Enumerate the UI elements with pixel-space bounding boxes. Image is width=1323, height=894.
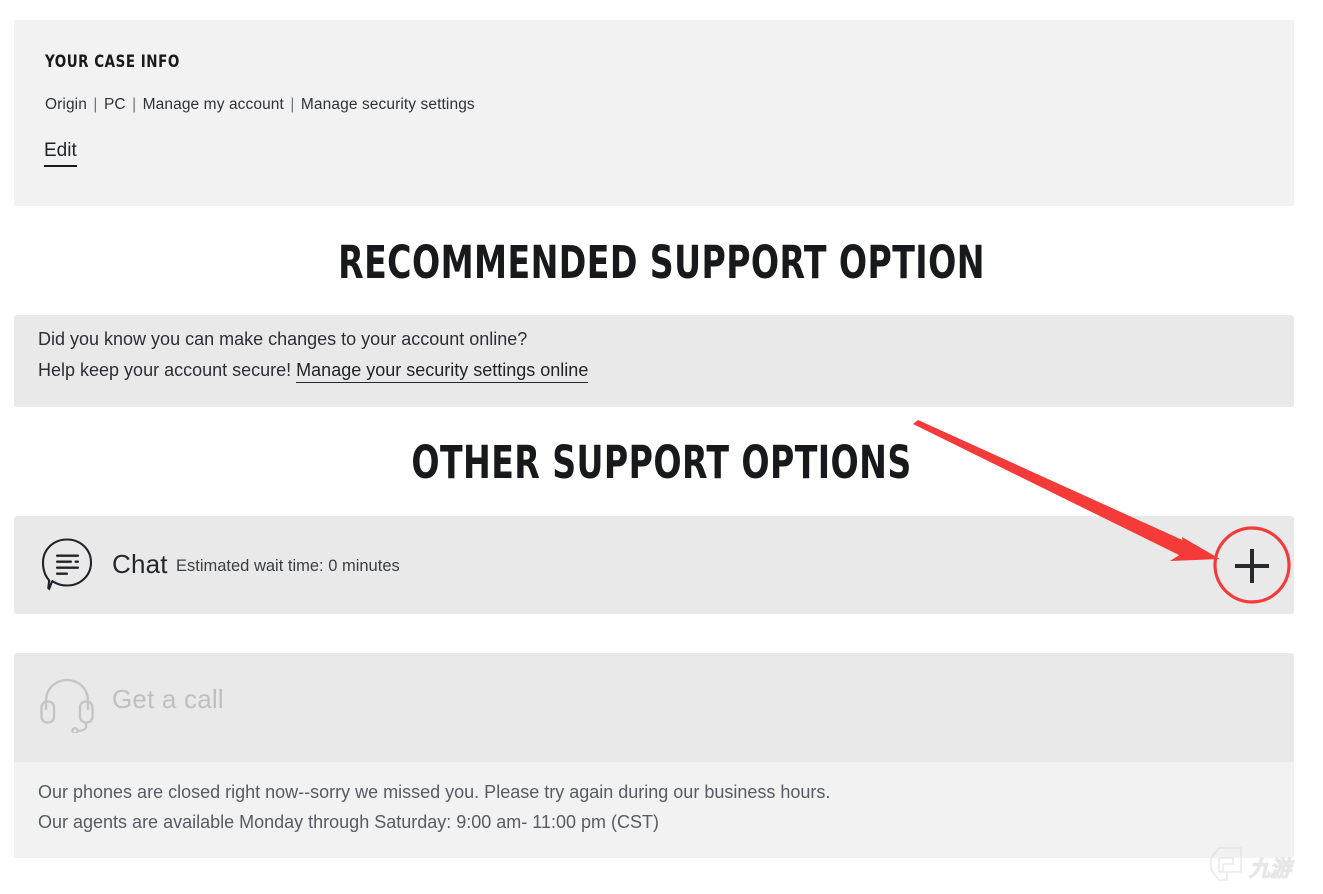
recommended-text-prefix: Help keep your account secure! <box>38 360 292 380</box>
expand-chat-plus-button[interactable] <box>1217 530 1287 600</box>
get-a-call-label: Get a call <box>112 684 224 714</box>
case-info-title: YOUR CASE INFO <box>45 52 180 72</box>
phone-hours-line2: Our agents are available Monday through … <box>38 812 659 832</box>
get-a-call-option-row: Get a call <box>14 653 1294 762</box>
chat-wait-time: Estimated wait time: 0 minutes <box>176 557 400 575</box>
case-meta-separator-1: | <box>93 96 98 113</box>
case-info-breadcrumb: Origin | PC | Manage my account | Manage… <box>45 96 475 114</box>
case-meta-separator-3: | <box>290 96 295 113</box>
case-info-panel: YOUR CASE INFO Origin | PC | Manage my a… <box>14 20 1294 206</box>
manage-security-settings-link[interactable]: Manage your security settings online <box>296 360 589 383</box>
phone-hours-line1: Our phones are closed right now--sorry w… <box>38 782 831 802</box>
plus-icon-vertical-bar <box>1250 548 1254 583</box>
headset-icon <box>36 671 98 735</box>
svg-text:九游: 九游 <box>1248 857 1295 881</box>
case-meta-product: Origin <box>45 96 87 113</box>
phone-hours-panel: Our phones are closed right now--sorry w… <box>14 762 1294 858</box>
chat-option-label: Chat <box>112 549 168 579</box>
case-meta-platform: PC <box>103 96 126 113</box>
edit-case-info-link[interactable]: Edit <box>44 140 77 167</box>
other-options-section-heading: OTHER SUPPORT OPTIONS <box>411 436 912 489</box>
recommended-text-line1: Did you know you can make changes to you… <box>38 329 528 349</box>
case-meta-separator-2: | <box>132 96 137 113</box>
case-meta-topic: Manage security settings <box>300 96 475 113</box>
watermark-logo-icon: 九游 <box>1210 847 1296 882</box>
recommended-text-line2: Help keep your account secure! Manage yo… <box>38 360 589 383</box>
support-page: YOUR CASE INFO Origin | PC | Manage my a… <box>0 0 1323 894</box>
chat-option-row[interactable]: Chat Estimated wait time: 0 minutes <box>14 516 1294 614</box>
case-meta-category: Manage my account <box>142 96 284 113</box>
recommended-option-panel: Did you know you can make changes to you… <box>14 315 1294 407</box>
recommended-section-heading: RECOMMENDED SUPPORT OPTION <box>338 236 985 289</box>
chat-bubble-icon <box>36 534 98 596</box>
